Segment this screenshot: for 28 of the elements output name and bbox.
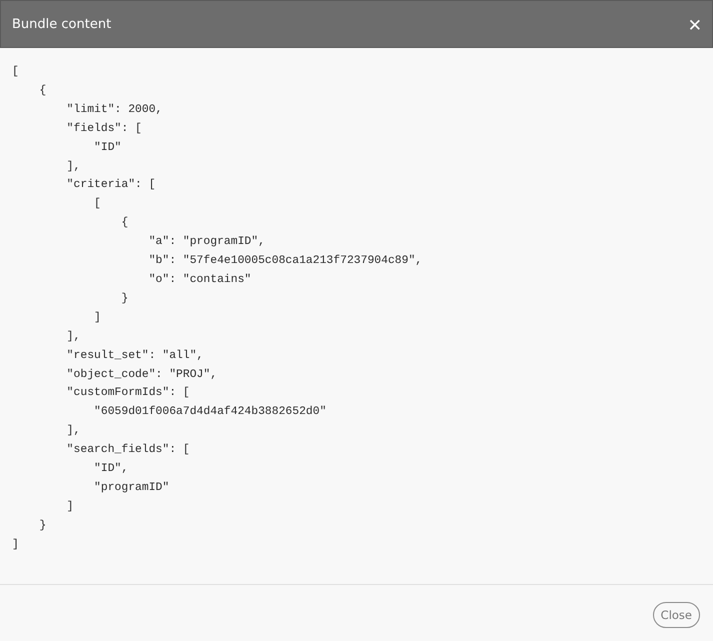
code-line: "o": "contains" — [148, 272, 252, 288]
code-line: "limit": 2000, — [66, 102, 162, 118]
code-line: "ID" — [93, 140, 122, 156]
code-line: "a": "programID", — [148, 234, 265, 250]
code-line: { — [120, 216, 128, 232]
code-line: } — [120, 292, 128, 307]
code-line: ] — [12, 538, 19, 553]
dialog-title: Bundle content — [12, 16, 112, 32]
code-line: } — [38, 518, 46, 534]
code-line: [ — [93, 196, 101, 212]
code-line: { — [38, 84, 46, 99]
code-line: "fields": [ — [66, 122, 142, 137]
close-button[interactable]: Close — [652, 602, 700, 628]
code-line: "criteria": [ — [66, 178, 156, 194]
code-line: ], — [66, 424, 80, 440]
code-line: "ID", — [93, 462, 128, 478]
code-line: "customFormIds": [ — [66, 386, 190, 402]
code-line: ] — [66, 500, 74, 515]
code-line: [ — [12, 64, 19, 80]
code-line: "search_fields": [ — [66, 442, 190, 458]
code-line: ], — [66, 330, 80, 345]
code-line: "result_set": "all", — [66, 348, 204, 364]
code-line: "6059d01f006a7d4d4af424b3882652d0" — [93, 404, 326, 420]
code-line: "programID" — [93, 480, 170, 496]
code-line: ], — [66, 160, 80, 175]
code-line: "b": "57fe4e10005c08ca1a213f7237904c89", — [148, 254, 422, 270]
code-line: "object_code": "PROJ", — [66, 368, 218, 382]
code-line: ] — [93, 310, 101, 326]
